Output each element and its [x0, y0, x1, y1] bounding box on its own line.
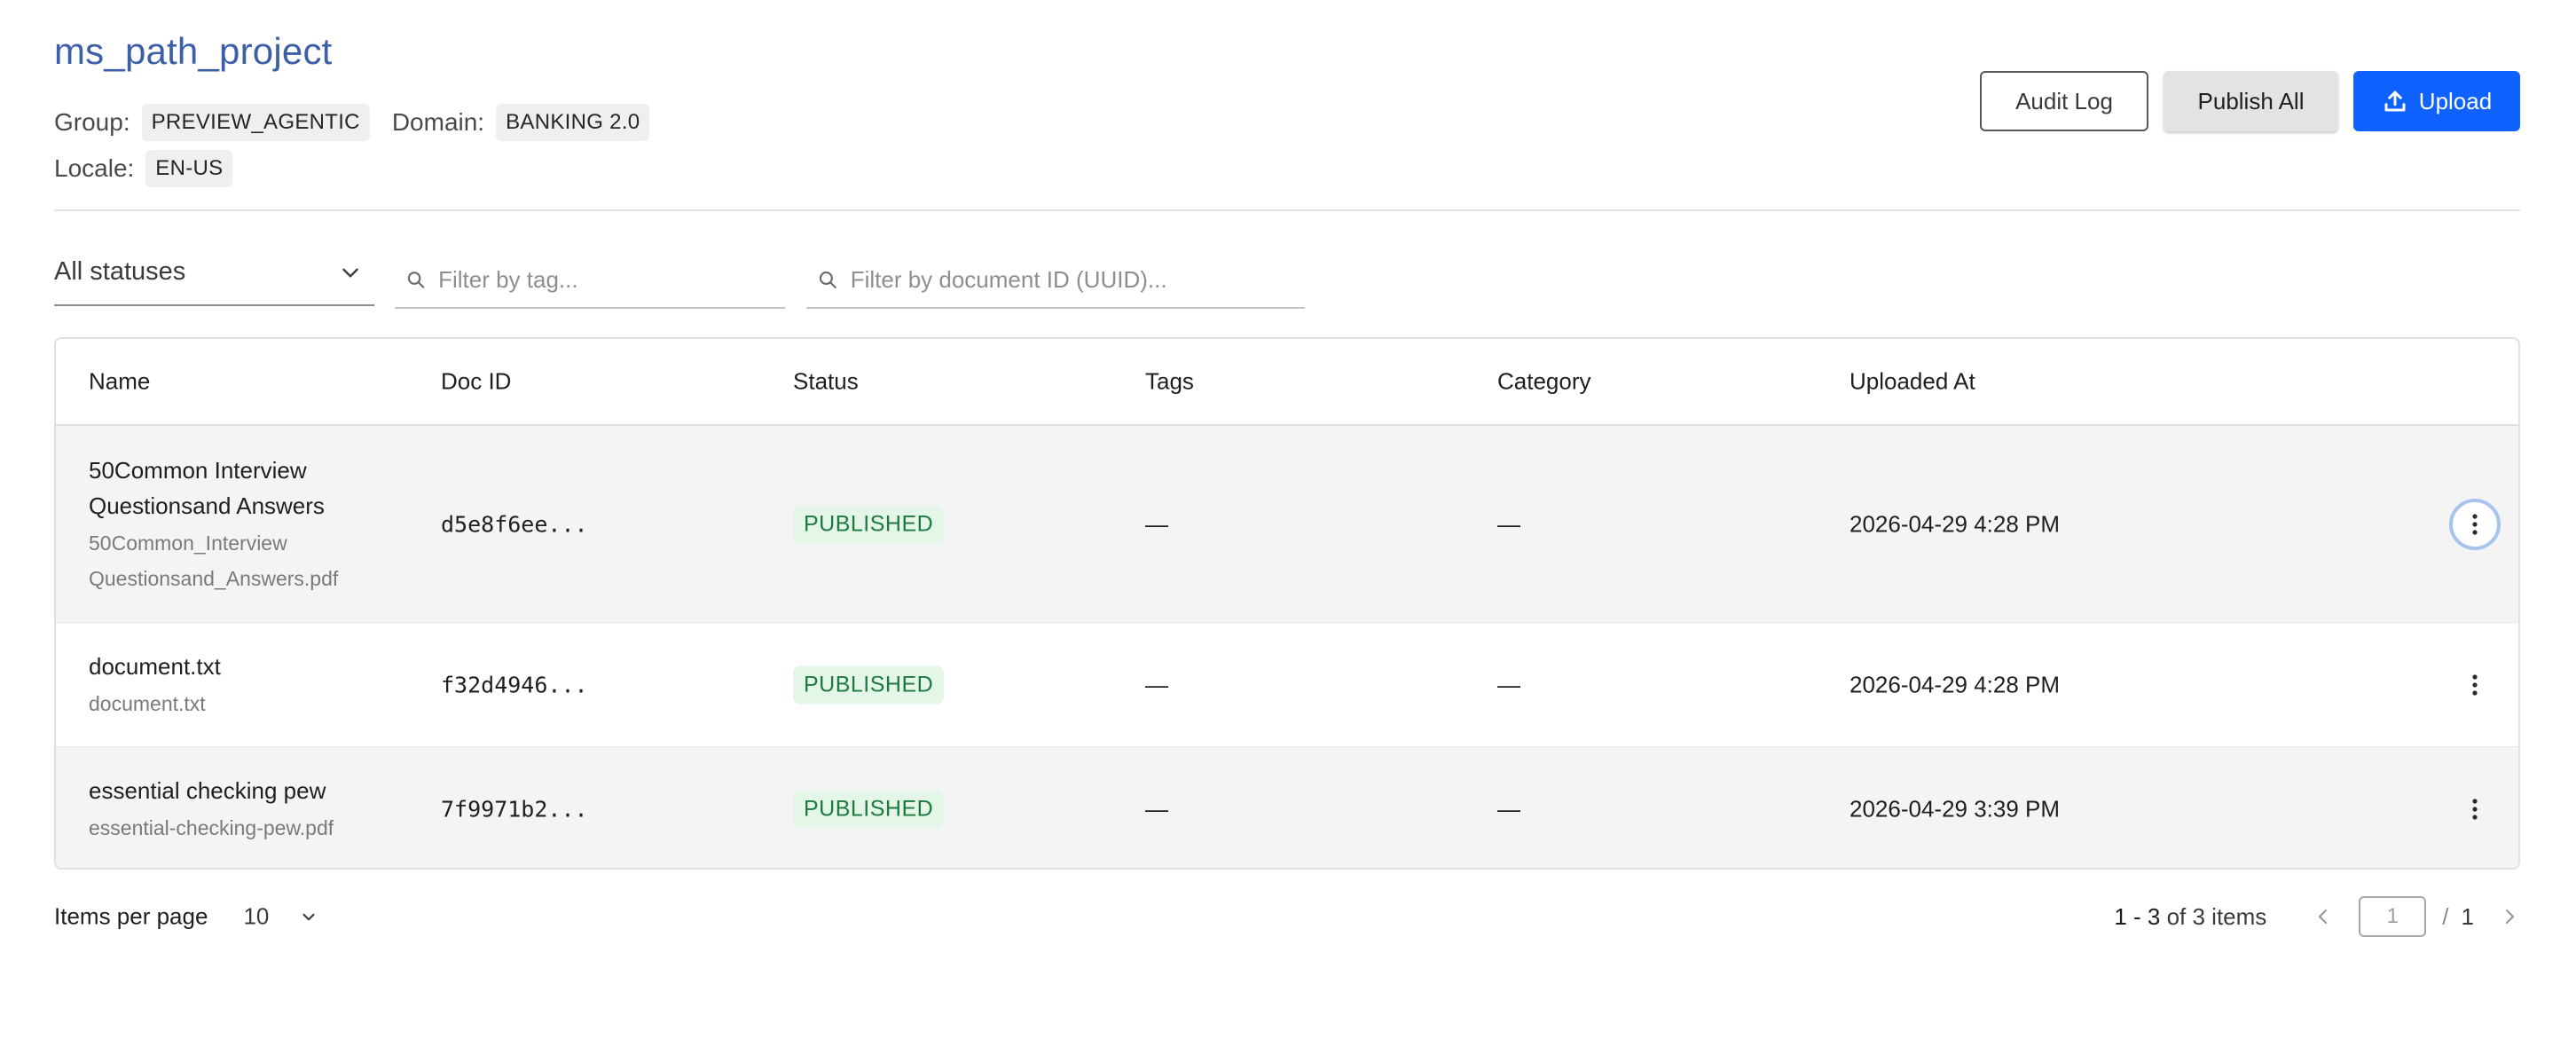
category-cell: —: [1497, 671, 1520, 697]
document-name-cell: document.txt document.txt: [89, 649, 390, 721]
tags-cell: —: [1145, 671, 1168, 697]
total-pages: 1: [2461, 902, 2474, 930]
uploaded-at-cell: 2026-04-29 3:39 PM: [1850, 795, 2061, 822]
column-header-uploaded-at[interactable]: Uploaded At: [1850, 368, 1975, 396]
project-locale-row: Locale: EN-US: [54, 150, 255, 187]
category-cell: —: [1497, 795, 1520, 822]
doc-id: d5e8f6ee...: [441, 511, 588, 537]
row-overflow-menu-button[interactable]: [2449, 783, 2501, 835]
chevron-left-icon[interactable]: [2313, 906, 2334, 927]
table-row[interactable]: 50Common Interview Questionsand Answers …: [56, 426, 2518, 623]
group-label: Group:: [54, 108, 130, 136]
items-per-page-select[interactable]: 10: [243, 903, 269, 931]
table-row[interactable]: document.txt document.txt f32d4946... PU…: [56, 623, 2518, 747]
domain-label: Domain:: [391, 108, 485, 136]
status-cell: PUBLISHED: [793, 665, 945, 704]
doc-id: f32d4946...: [441, 672, 588, 697]
filter-bar: All statuses: [54, 222, 1473, 319]
status-filter-value: All statuses: [54, 257, 186, 286]
status-badge: PUBLISHED: [793, 665, 945, 704]
page-separator: /: [2442, 902, 2449, 930]
group-chip: PREVIEW_AGENTIC: [141, 104, 370, 141]
uploaded-at-cell: 2026-04-29 4:28 PM: [1850, 510, 2061, 537]
pagination-bar: Items per page 10 1 - 3 of 3 items 1 / 1: [54, 886, 2520, 948]
audit-log-button[interactable]: Audit Log: [1980, 71, 2148, 131]
row-actions: [2449, 498, 2501, 550]
more-vertical-icon: [2472, 513, 2478, 535]
document-list-page: ms_path_project Group: PREVIEW_AGENTIC D…: [54, 27, 2520, 937]
pagination-range: 1 - 3 of 3 items: [2114, 903, 2266, 931]
row-overflow-menu-button[interactable]: [2449, 498, 2501, 550]
column-header-tags[interactable]: Tags: [1145, 368, 1194, 396]
document-filename-line: Questionsand_Answers.pdf: [89, 566, 339, 590]
more-vertical-icon: [2472, 673, 2478, 696]
upload-button[interactable]: Upload: [2353, 71, 2520, 131]
pagination-range-value: 1 - 3: [2114, 902, 2161, 930]
search-icon: [407, 272, 425, 288]
doc-id-filter-input[interactable]: [850, 265, 1305, 294]
document-name-line: 50Common Interview: [89, 456, 307, 484]
document-name[interactable]: 50Common Interview Questionsand Answers: [89, 453, 390, 524]
document-name[interactable]: document.txt: [89, 649, 390, 684]
status-filter-select[interactable]: All statuses: [54, 240, 374, 306]
page-title: ms_path_project: [54, 30, 333, 72]
tags-cell: —: [1145, 795, 1168, 822]
upload-button-label: Upload: [2418, 87, 2493, 114]
document-filename: essential-checking-pew.pdf: [89, 815, 334, 839]
document-filename: 50Common_Interview Questionsand_Answers.…: [89, 525, 390, 596]
column-header-status[interactable]: Status: [793, 368, 859, 396]
document-filename: document.txt: [89, 691, 206, 715]
column-header-name[interactable]: Name: [89, 368, 150, 396]
uploaded-at-cell: 2026-04-29 4:28 PM: [1850, 671, 2061, 697]
document-name-line: Questionsand Answers: [89, 492, 325, 519]
status-cell: PUBLISHED: [793, 505, 945, 543]
pager: 1 - 3 of 3 items 1 / 1: [2114, 896, 2520, 937]
locale-chip: EN-US: [145, 150, 233, 187]
items-per-page-label: Items per page: [54, 902, 208, 930]
tag-filter-input[interactable]: [438, 265, 785, 294]
chevron-down-icon: [342, 268, 358, 278]
document-name-cell: essential checking pew essential-checkin…: [89, 773, 390, 846]
doc-id-filter: [806, 252, 1305, 309]
row-overflow-menu-button[interactable]: [2449, 659, 2501, 711]
column-header-category[interactable]: Category: [1497, 368, 1591, 396]
document-name[interactable]: essential checking pew: [89, 773, 390, 808]
row-actions: [2449, 783, 2501, 835]
document-filename-line: 50Common_Interview: [89, 531, 287, 555]
tag-filter: [395, 252, 785, 309]
header-actions: Audit Log Publish All Upload: [1980, 71, 2520, 131]
status-badge: PUBLISHED: [793, 790, 945, 828]
row-actions: [2449, 659, 2501, 711]
chevron-down-icon[interactable]: [299, 907, 318, 926]
tags-cell: —: [1145, 510, 1168, 537]
locale-label: Locale:: [54, 154, 135, 182]
more-vertical-icon: [2472, 798, 2478, 820]
doc-id: 7f9971b2...: [441, 796, 588, 822]
category-cell: —: [1497, 510, 1520, 537]
pagination-range-suffix: of 3 items: [2166, 902, 2267, 930]
project-meta-row: Group: PREVIEW_AGENTIC Domain: BANKING 2…: [54, 104, 671, 141]
upload-icon: [2384, 91, 2406, 112]
table-header: Name Doc ID Status Tags Category Uploade…: [56, 339, 2518, 426]
status-badge: PUBLISHED: [793, 505, 945, 543]
domain-chip: BANKING 2.0: [496, 104, 650, 141]
search-icon: [819, 272, 836, 288]
table-row[interactable]: essential checking pew essential-checkin…: [56, 747, 2518, 868]
documents-table: Name Doc ID Status Tags Category Uploade…: [54, 337, 2520, 870]
status-cell: PUBLISHED: [793, 790, 945, 828]
publish-all-button[interactable]: Publish All: [2164, 71, 2338, 131]
column-header-doc-id[interactable]: Doc ID: [441, 368, 511, 396]
document-name-cell: 50Common Interview Questionsand Answers …: [89, 453, 390, 596]
items-per-page: Items per page 10: [54, 903, 318, 931]
current-page-input[interactable]: 1: [2359, 896, 2427, 937]
project-header: ms_path_project Group: PREVIEW_AGENTIC D…: [54, 27, 2520, 211]
chevron-right-icon[interactable]: [2499, 906, 2520, 927]
